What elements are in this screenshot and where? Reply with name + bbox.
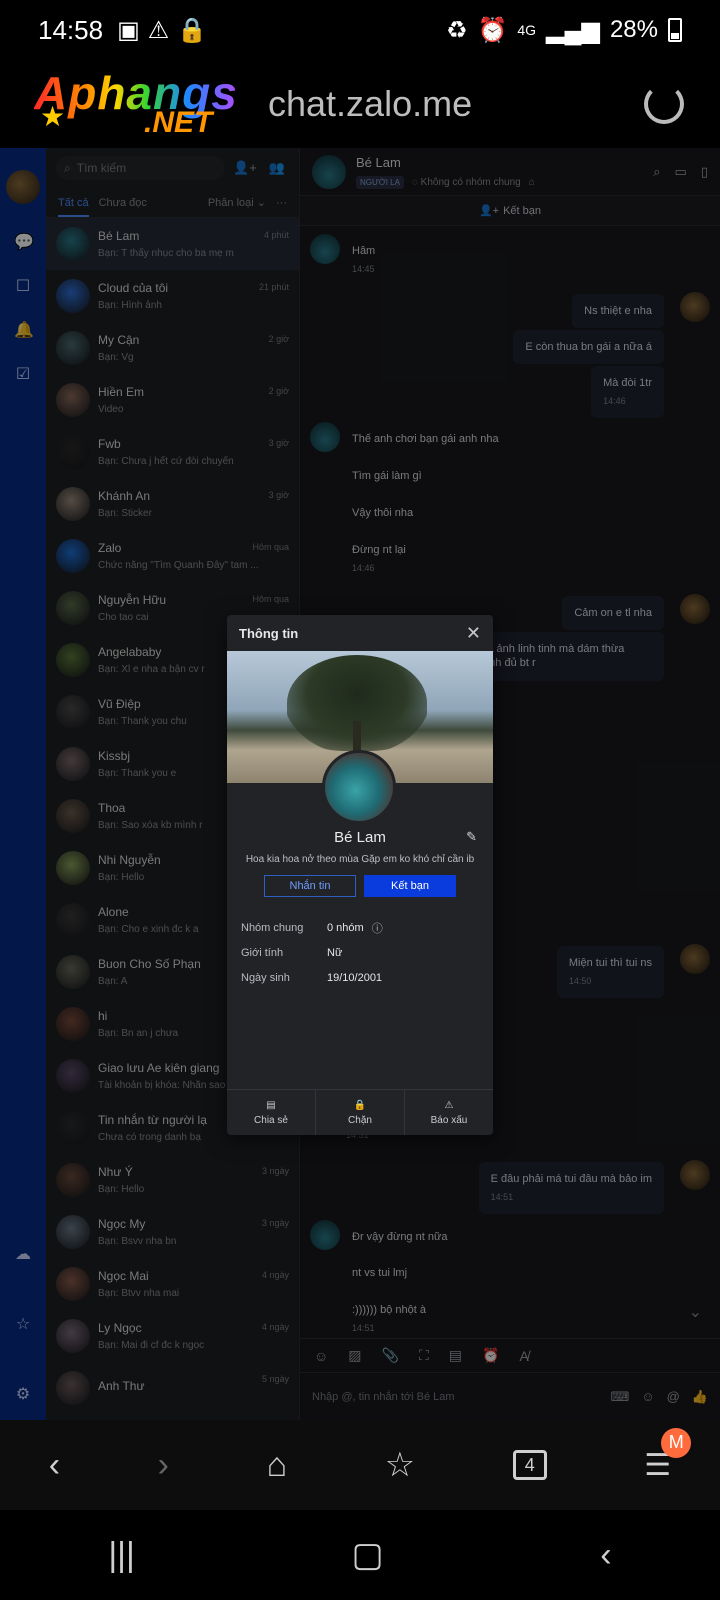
modal-title: Thông tin [239,625,299,641]
edit-pencil-icon[interactable]: ✎ [466,829,477,845]
menu-icon[interactable]: ☰ M [644,1427,692,1483]
block-button[interactable]: 🔒 Chặn [316,1090,405,1135]
home-circle-icon[interactable]: ▢ [352,1535,384,1575]
lock-icon: 🔒 [353,1099,367,1111]
tabs-button[interactable]: 4 [512,1450,547,1480]
forward-icon[interactable]: › [158,1446,169,1485]
browser-bar: Aphangs ★ .NET chat.zalo.me [0,60,720,148]
info-row-gender: Giới tính Nữ [241,946,343,959]
site-logo[interactable]: Aphangs ★ .NET [34,64,254,144]
warning-icon: ⚠ [147,16,170,44]
info-row-group: Nhóm chung 0 nhóm ⓘ [241,920,383,936]
url-text[interactable]: chat.zalo.me [268,83,472,125]
signal-icon: ▂▄▆ [546,16,600,44]
report-button[interactable]: ⚠ Báo xấu [405,1090,493,1135]
add-friend-button[interactable]: Kết bạn [364,875,456,897]
status-bar: 14:58 ▣ ⚠ 🔒 ♻ ⏰ 4G ▂▄▆ 28% [0,0,720,60]
system-back-icon[interactable]: ‹ [600,1536,611,1575]
profile-info: Nhóm chung 0 nhóm ⓘ Giới tính Nữ Ngày si… [227,915,493,990]
modal-actions: ▤ Chia sẻ 🔒 Chặn ⚠ Báo xấu [227,1089,493,1135]
bookmarks-icon[interactable]: ☆ [385,1445,415,1485]
battery-icon [668,18,682,42]
gallery-icon: ▣ [117,16,140,44]
recents-icon[interactable]: ||| [108,1536,135,1575]
reload-icon[interactable] [644,84,684,124]
profile-avatar[interactable] [322,750,396,824]
battery-percent: 28% [609,16,658,43]
back-icon[interactable]: ‹ [49,1446,60,1485]
profile-bio: Hoa kia hoa nở theo mùa Gặp em ko khó ch… [245,854,475,865]
network-type: 4G [517,22,537,38]
lock-icon: 🔒 [177,16,208,44]
profile-name: Bé Lam [334,829,386,846]
close-icon[interactable]: ✕ [466,623,481,644]
info-row-birthday: Ngày sinh 19/10/2001 [241,971,383,984]
warning-icon: ⚠ [444,1099,454,1111]
menu-badge: M [661,1427,692,1458]
status-time: 14:58 [38,14,104,45]
home-icon[interactable]: ⌂ [267,1446,288,1485]
modal-header: Thông tin ✕ [227,615,493,651]
system-nav: ||| ▢ ‹ [0,1510,720,1600]
id-card-icon: ▤ [266,1099,276,1111]
profile-modal: Thông tin ✕ Bé Lam ✎ Hoa kia hoa nở theo… [227,615,493,1135]
share-button[interactable]: ▤ Chia sẻ [227,1090,316,1135]
battery-saver-icon: ♻ [445,16,468,44]
info-icon[interactable]: ⓘ [372,920,383,936]
browser-nav: ‹ › ⌂ ☆ 4 ☰ M [0,1420,720,1510]
alarm-icon: ⏰ [477,16,508,44]
star-icon: ★ [40,101,66,132]
message-button[interactable]: Nhắn tin [264,875,356,897]
